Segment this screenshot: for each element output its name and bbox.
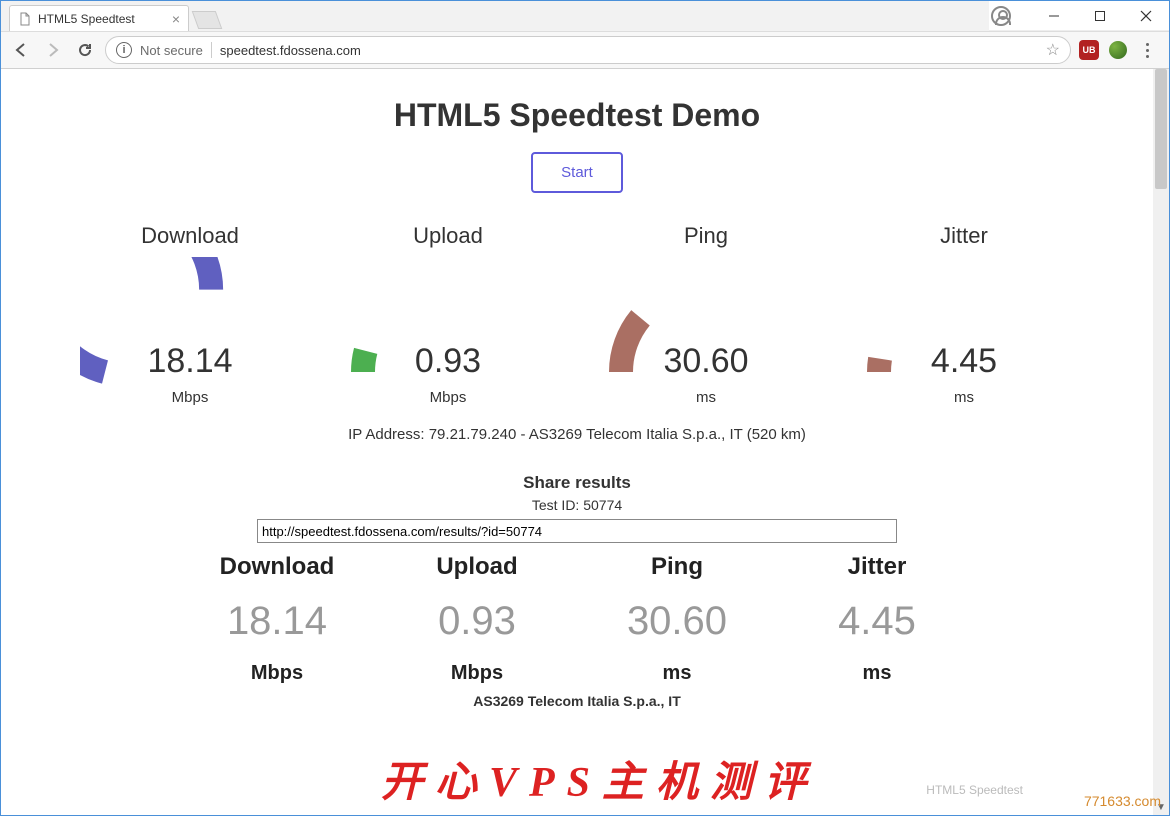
result-jitter: Jitter 4.45 ms	[807, 553, 947, 685]
share-section: Share results Test ID: 50774	[41, 473, 1113, 543]
result-label: Ping	[607, 553, 747, 581]
bookmark-star-icon[interactable]: ☆	[1046, 40, 1060, 60]
result-value: 18.14	[207, 599, 347, 644]
gauge-label: Upload	[413, 223, 483, 249]
tab-title: HTML5 Speedtest	[38, 12, 135, 26]
browser-menu-icon[interactable]	[1137, 43, 1157, 58]
page-viewport: HTML5 Speedtest Demo Start Download 18.1…	[1, 69, 1153, 815]
gauge-arc: 4.45	[854, 257, 1074, 387]
gauge-ping: Ping 30.60 ms	[577, 223, 835, 406]
gauge-arc: 0.93	[338, 257, 558, 387]
browser-tab[interactable]: HTML5 Speedtest ×	[9, 5, 189, 31]
gauge-value: 18.14	[147, 342, 232, 381]
address-bar[interactable]: i Not secure speedtest.fdossena.com ☆	[105, 36, 1071, 64]
result-value: 4.45	[807, 599, 947, 644]
result-label: Jitter	[807, 553, 947, 581]
extensions-area: UB	[1079, 40, 1161, 60]
result-value: 30.60	[607, 599, 747, 644]
gauge-unit: Mbps	[430, 389, 467, 406]
ublock-icon[interactable]: UB	[1079, 40, 1099, 60]
gauge-value: 4.45	[931, 342, 997, 381]
scroll-thumb[interactable]	[1155, 69, 1167, 189]
separator	[211, 42, 212, 58]
gauge-arc: 30.60	[596, 257, 816, 387]
new-tab-button[interactable]	[192, 11, 223, 29]
forward-button[interactable]	[41, 38, 65, 62]
page-title: HTML5 Speedtest Demo	[41, 97, 1113, 134]
gauge-label: Ping	[684, 223, 728, 249]
gauge-arc: 18.14	[80, 257, 300, 387]
gauge-value: 30.60	[663, 342, 748, 381]
result-label: Download	[207, 553, 347, 581]
close-button[interactable]	[1123, 1, 1169, 31]
gauge-jitter: Jitter 4.45 ms	[835, 223, 1093, 406]
result-label: Upload	[407, 553, 547, 581]
result-value: 0.93	[407, 599, 547, 644]
page-content: HTML5 Speedtest Demo Start Download 18.1…	[1, 69, 1153, 729]
gauges-row: Download 18.14 Mbps Upload 0.93 Mbps Pin…	[61, 223, 1093, 406]
gauge-download: Download 18.14 Mbps	[61, 223, 319, 406]
result-unit: ms	[807, 662, 947, 685]
reload-button[interactable]	[73, 38, 97, 62]
minimize-button[interactable]	[1031, 1, 1077, 31]
profile-icon[interactable]	[991, 6, 1011, 26]
security-status: Not secure	[140, 43, 203, 58]
gauge-unit: ms	[696, 389, 716, 406]
gauge-label: Download	[141, 223, 239, 249]
tab-close-icon[interactable]: ×	[172, 11, 180, 27]
browser-window: HTML5 Speedtest × i Not secure	[0, 0, 1170, 816]
result-upload: Upload 0.93 Mbps	[407, 553, 547, 685]
ip-info-line: IP Address: 79.21.79.240 - AS3269 Teleco…	[41, 426, 1113, 443]
result-ping: Ping 30.60 ms	[607, 553, 747, 685]
gauge-value: 0.93	[415, 342, 481, 381]
results-card: Download 18.14 Mbps Upload 0.93 Mbps Pin…	[41, 553, 1113, 685]
isp-line: AS3269 Telecom Italia S.p.a., IT	[41, 693, 1113, 709]
result-unit: ms	[607, 662, 747, 685]
back-button[interactable]	[9, 38, 33, 62]
extension-icon[interactable]	[1109, 41, 1127, 59]
vertical-scrollbar[interactable]: ▲ ▼	[1153, 69, 1169, 815]
share-url-input[interactable]	[257, 519, 897, 543]
site-info-icon[interactable]: i	[116, 42, 132, 58]
watermark-link: 771633.com	[1084, 793, 1161, 809]
url-text: speedtest.fdossena.com	[220, 43, 1038, 58]
maximize-button[interactable]	[1077, 1, 1123, 31]
share-test-id: Test ID: 50774	[41, 497, 1113, 513]
tab-strip: HTML5 Speedtest ×	[1, 1, 989, 31]
bottom-brand: HTML5 Speedtest	[926, 783, 1023, 797]
gauge-unit: ms	[954, 389, 974, 406]
result-download: Download 18.14 Mbps	[207, 553, 347, 685]
gauge-upload: Upload 0.93 Mbps	[319, 223, 577, 406]
result-unit: Mbps	[407, 662, 547, 685]
share-header: Share results	[41, 473, 1113, 493]
start-button[interactable]: Start	[531, 152, 623, 193]
gauge-label: Jitter	[940, 223, 988, 249]
browser-toolbar: i Not secure speedtest.fdossena.com ☆ UB	[1, 31, 1169, 69]
page-icon	[18, 12, 32, 26]
gauge-unit: Mbps	[172, 389, 209, 406]
result-unit: Mbps	[207, 662, 347, 685]
